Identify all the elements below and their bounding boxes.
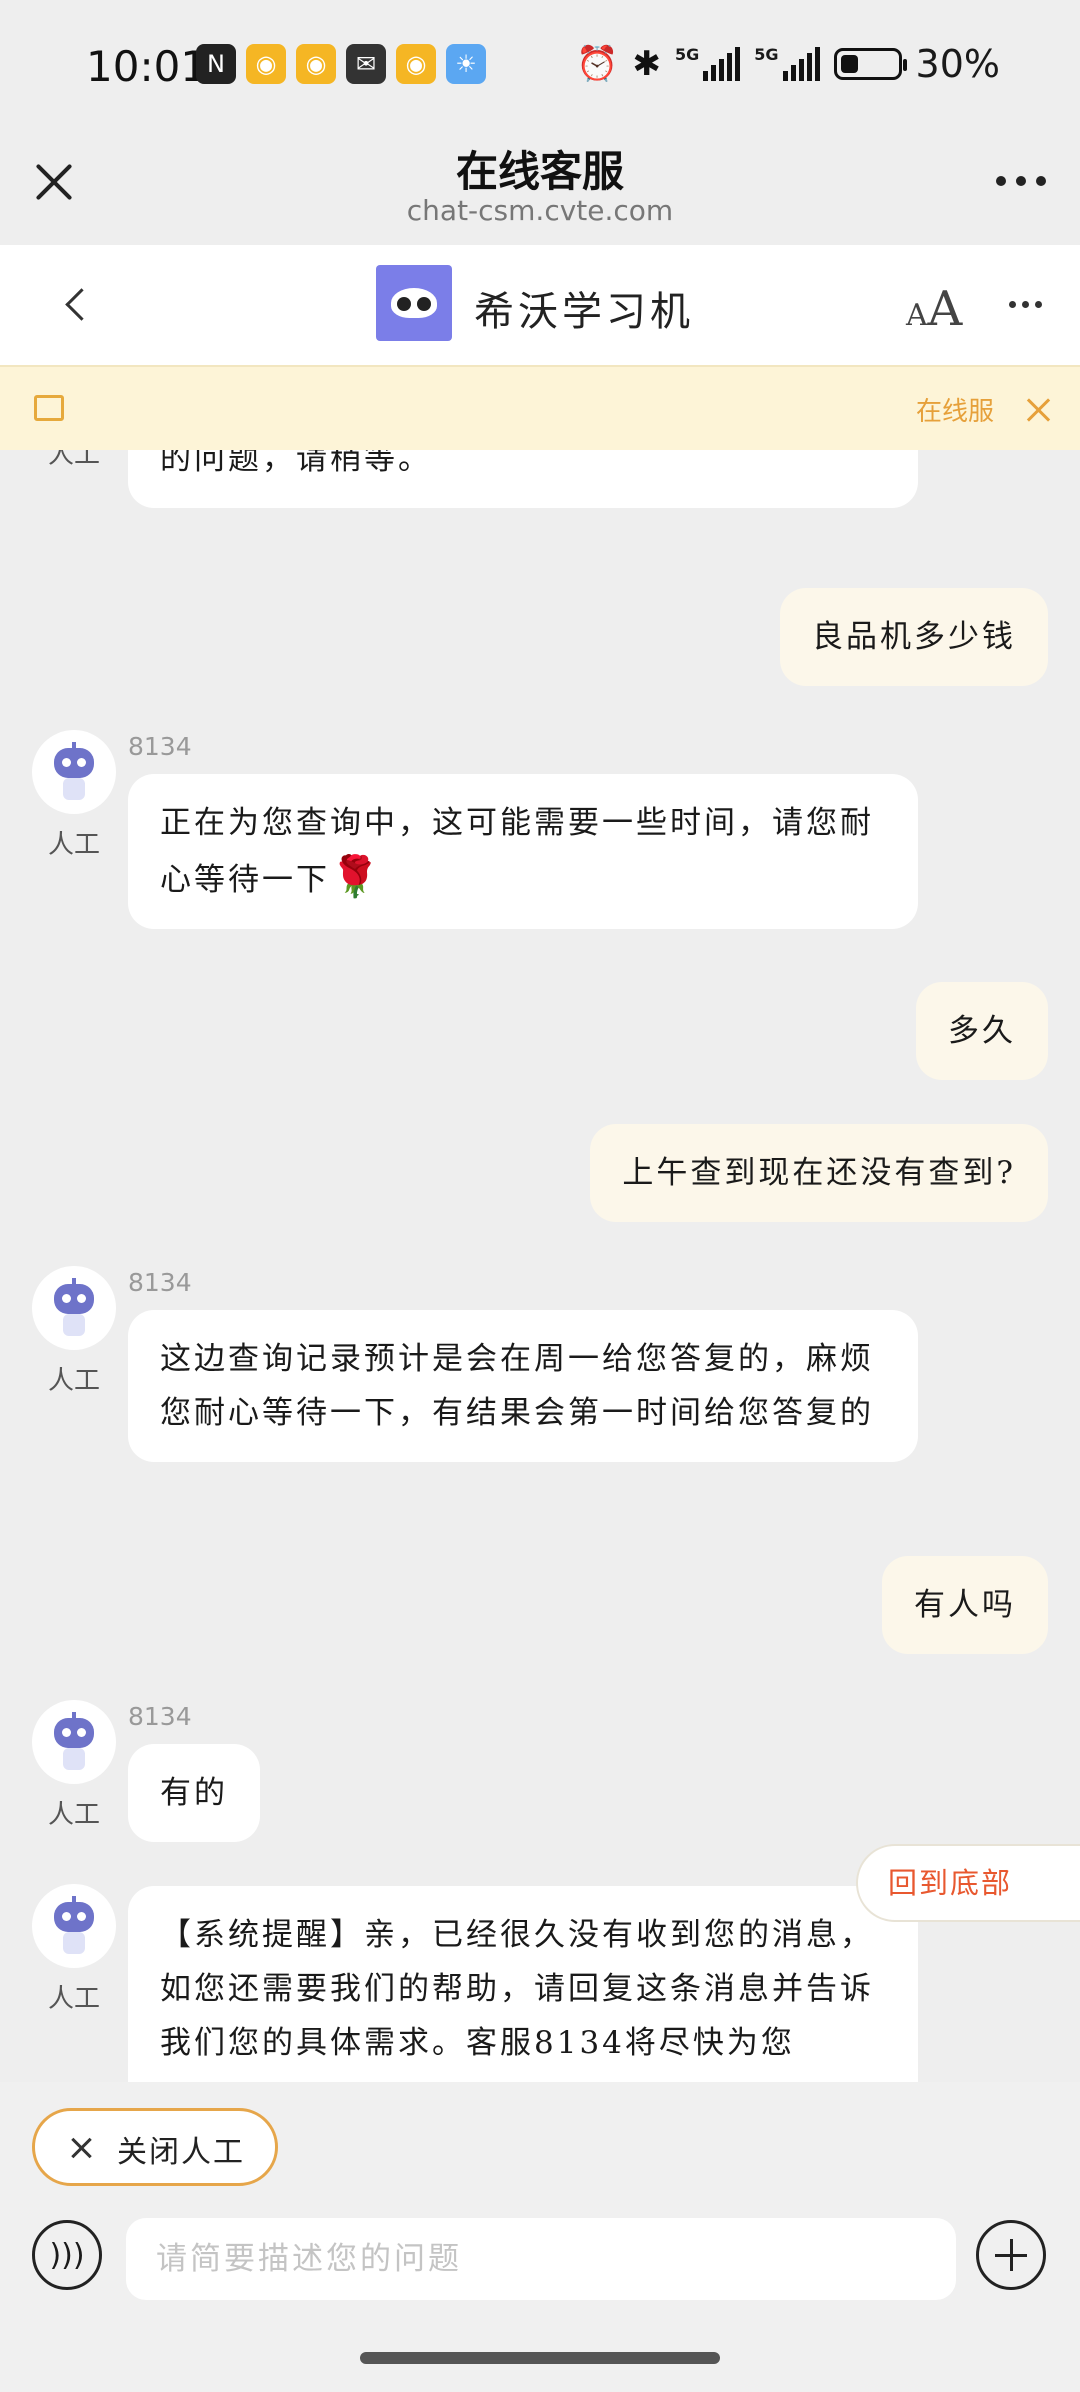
avatar-label: 人工	[47, 1800, 100, 1830]
notice-close-icon[interactable]	[1024, 395, 1054, 425]
back-icon[interactable]	[58, 283, 94, 327]
user-message: 上午查到现在还没有查到?	[590, 1124, 1048, 1222]
browser-header: 在线客服 chat-csm.cvte.com	[0, 130, 1080, 245]
weather-icon: ☀	[446, 44, 486, 84]
back-to-bottom-button[interactable]: 回到底部	[856, 1844, 1080, 1922]
agent-message: 正在为您查询中，这可能需要一些时间，请您耐心等待一下🌹	[128, 774, 918, 929]
close-icon	[69, 2135, 95, 2161]
message-input[interactable]	[126, 2218, 956, 2300]
weibo-icon: ◉	[246, 44, 286, 84]
brand-logo	[376, 265, 452, 341]
page-url: chat-csm.cvte.com	[406, 194, 674, 227]
agent-message: 客服工号8134，很高兴为您服务，正在查看您的问题，请稍等。	[128, 450, 918, 508]
status-bar: 10:01 N ◉ ◉ ✉ ◉ ☀ ⏰ ✱ 5G 5G 30%	[0, 0, 1080, 130]
status-time: 10:01	[86, 42, 208, 91]
chat-header: 希沃学习机 AA	[0, 245, 1080, 365]
notice-text[interactable]: 在线服	[916, 391, 994, 428]
agent-id: 8134	[128, 1702, 192, 1731]
notice-bar: 在线服	[0, 365, 1080, 450]
user-message: 多久	[916, 982, 1048, 1080]
agent-message: 这边查询记录预计是会在周一给您答复的，麻烦您耐心等待一下，有结果会第一时间给您答…	[128, 1310, 918, 1462]
avatar-label: 人工	[47, 1366, 100, 1396]
home-indicator[interactable]	[360, 2352, 720, 2364]
avatar-label: 人工	[47, 450, 100, 470]
chat-area[interactable]: 人工 客服工号8134，很高兴为您服务，正在查看您的问题，请稍等。 良品机多少钱…	[0, 450, 1080, 2082]
wechat-icon: ✉	[346, 44, 386, 84]
avatar-label: 人工	[47, 830, 100, 860]
more-icon[interactable]	[996, 176, 1046, 186]
agent-avatar	[32, 1884, 116, 1968]
alarm-icon: ⏰	[576, 44, 619, 84]
battery-icon	[833, 48, 907, 80]
agent-id: 8134	[128, 1268, 192, 1297]
signal-icon: 5G	[675, 47, 741, 81]
agent-avatar	[32, 1700, 116, 1784]
page-title: 在线客服	[455, 147, 624, 196]
avatar-label: 人工	[47, 1984, 100, 2014]
battery-percent: 30%	[915, 42, 1000, 86]
announcement-icon	[34, 395, 64, 421]
font-size-icon[interactable]: AA	[906, 281, 962, 337]
weibo-icon: ◉	[296, 44, 336, 84]
notification-icons: N ◉ ◉ ✉ ◉ ☀	[196, 44, 486, 84]
agent-message-text: 正在为您查询中，这可能需要一些时间，请您耐心等待一下	[160, 805, 874, 898]
bluetooth-icon: ✱	[632, 44, 662, 84]
voice-icon[interactable]: )))	[32, 2220, 102, 2290]
signal-icon: 5G	[754, 47, 820, 81]
agent-avatar	[32, 1266, 116, 1350]
agent-id: 8134	[128, 732, 192, 761]
weibo-icon: ◉	[396, 44, 436, 84]
close-human-button[interactable]: 关闭人工	[32, 2108, 278, 2186]
user-message: 良品机多少钱	[780, 588, 1048, 686]
rose-emoji: 🌹	[330, 854, 383, 900]
chat-title: 希沃学习机	[474, 289, 694, 335]
nfc-icon: N	[196, 44, 236, 84]
agent-message: 有的	[128, 1744, 260, 1842]
agent-message: 【系统提醒】亲，已经很久没有收到您的消息，如您还需要我们的帮助，请回复这条消息并…	[128, 1886, 918, 2082]
user-message: 有人吗	[882, 1556, 1048, 1654]
chat-more-icon[interactable]	[1009, 301, 1042, 308]
plus-icon[interactable]	[976, 2220, 1046, 2290]
status-right: ⏰ ✱ 5G 5G 30%	[576, 42, 1000, 86]
input-bar: 关闭人工 )))	[0, 2082, 1080, 2392]
agent-avatar	[32, 730, 116, 814]
